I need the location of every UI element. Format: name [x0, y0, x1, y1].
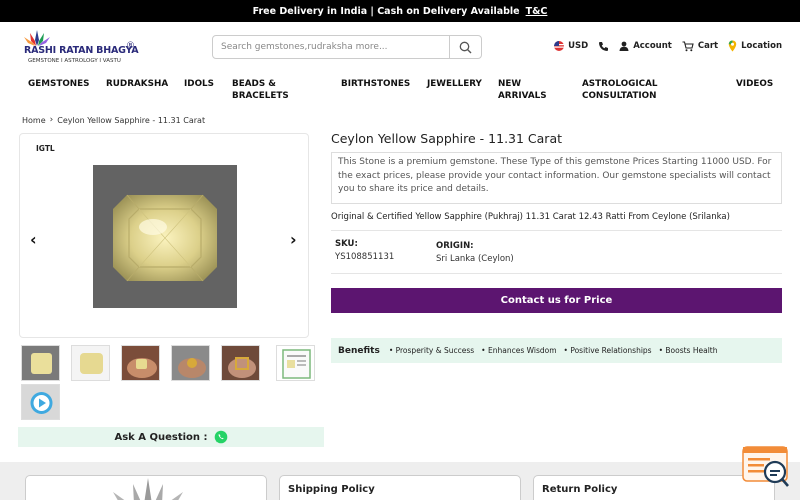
policy-card-return[interactable]: Return Policy — [533, 475, 775, 500]
nav-videos[interactable]: VIDEOS — [736, 78, 773, 90]
sku-value: YS108851131 — [335, 252, 395, 262]
benefit-item: • Boosts Health — [658, 346, 718, 355]
nav-birthstones[interactable]: BIRTHSTONES — [341, 78, 410, 90]
search-box — [212, 35, 482, 59]
main-nav: GEMSTONES RUDRAKSHA IDOLS BEADS & BRACEL… — [0, 78, 800, 106]
user-icon — [619, 41, 629, 51]
nav-rudraksha[interactable]: RUDRAKSHA — [106, 78, 168, 90]
next-image-icon[interactable]: › — [290, 230, 297, 249]
sapphire-thumb-image — [31, 353, 52, 374]
divider — [331, 273, 782, 274]
thumbnail-5[interactable] — [221, 345, 260, 381]
shipping-policy-title: Shipping Policy — [288, 484, 375, 495]
chat-widget[interactable] — [742, 446, 790, 490]
sku-label: SKU: — [335, 239, 358, 249]
chevron-right-icon: › — [49, 115, 54, 125]
thumbnail-4[interactable] — [171, 345, 210, 381]
origin-label: ORIGIN: — [436, 241, 474, 251]
benefit-item-label: Boosts Health — [665, 346, 718, 355]
product-gallery: IGTL ‹ › — [19, 133, 309, 338]
location-label: Location — [741, 41, 782, 51]
location-link[interactable]: Location — [728, 40, 782, 52]
cart-label: Cart — [697, 41, 719, 51]
registered-mark: ® — [126, 41, 135, 51]
search-input[interactable] — [213, 36, 449, 58]
divider — [331, 230, 782, 231]
header-actions: USD Account Cart Location — [554, 40, 782, 52]
policy-card-logo[interactable] — [25, 475, 267, 500]
product-description: This Stone is a premium gemstone. These … — [331, 152, 782, 204]
brand-logo[interactable]: RASHI RATAN BHAGYA ® GEMSTONE I ASTROLOG… — [20, 28, 140, 64]
igtl-badge: IGTL — [36, 144, 55, 153]
brand-tagline: GEMSTONE I ASTROLOGY I VASTU — [28, 58, 121, 64]
policy-card-shipping[interactable]: Shipping Policy — [279, 475, 521, 500]
nav-idols[interactable]: IDOLS — [184, 78, 214, 90]
site-header: RASHI RATAN BHAGYA ® GEMSTONE I ASTROLOG… — [0, 22, 800, 72]
product-main-image[interactable] — [93, 165, 237, 308]
promo-text: Free Delivery in India | Cash on Deliver… — [252, 5, 520, 17]
benefit-item-label: Enhances Wisdom — [487, 346, 557, 355]
thumbnail-3[interactable] — [121, 345, 160, 381]
certificate-image — [282, 349, 311, 379]
origin-value: Sri Lanka (Ceylon) — [436, 254, 514, 264]
benefit-item: • Positive Relationships — [563, 346, 652, 355]
promo-bar: Free Delivery in India | Cash on Deliver… — [0, 0, 800, 22]
search-icon — [459, 41, 472, 53]
nav-jewellery[interactable]: JEWELLERY — [427, 78, 482, 90]
location-pin-icon — [728, 40, 737, 52]
account-link[interactable]: Account — [619, 41, 672, 51]
product-subtitle: Original & Certified Yellow Sapphire (Pu… — [331, 212, 730, 222]
terms-link[interactable]: T&C — [526, 6, 548, 17]
sapphire-thumb-image — [80, 353, 103, 374]
thumbnail-video[interactable] — [21, 384, 60, 420]
ask-question-label: Ask A Question : — [114, 431, 208, 443]
benefit-item-label: Prosperity & Success — [395, 346, 475, 355]
contact-for-price-button[interactable]: Contact us for Price — [331, 288, 782, 313]
chat-support-icon — [742, 446, 789, 487]
currency-selector[interactable]: USD — [554, 41, 588, 51]
hand-holding-gem-image — [127, 358, 157, 378]
play-video-icon — [30, 392, 53, 414]
cart-icon — [682, 40, 694, 51]
pendant-image — [228, 357, 256, 378]
sapphire-image — [113, 194, 217, 282]
brand-watermark-icon — [113, 478, 183, 500]
ring-image — [178, 358, 206, 378]
phone-button[interactable] — [598, 41, 609, 52]
return-policy-title: Return Policy — [542, 484, 618, 495]
brand-name: RASHI RATAN BHAGYA — [24, 45, 139, 56]
nav-new-arrivals[interactable]: NEW ARRIVALS — [498, 78, 547, 102]
benefits-bar: Benefits • Prosperity & Success • Enhanc… — [331, 338, 782, 363]
benefit-item-label: Positive Relationships — [570, 346, 652, 355]
currency-label: USD — [568, 41, 589, 51]
us-flag-icon — [554, 41, 565, 51]
thumbnail-certificate[interactable] — [276, 345, 315, 381]
breadcrumb: Home › Ceylon Yellow Sapphire - 11.31 Ca… — [22, 115, 205, 125]
search-button[interactable] — [449, 36, 481, 58]
benefit-item: • Enhances Wisdom — [481, 346, 557, 355]
account-label: Account — [633, 41, 672, 51]
whatsapp-icon[interactable] — [214, 430, 228, 444]
product-title: Ceylon Yellow Sapphire - 11.31 Carat — [331, 131, 563, 146]
breadcrumb-current: Ceylon Yellow Sapphire - 11.31 Carat — [57, 115, 206, 125]
nav-astrological-consultation[interactable]: ASTROLOGICAL CONSULTATION — [582, 78, 658, 102]
phone-icon — [599, 41, 609, 51]
breadcrumb-home[interactable]: Home — [22, 116, 46, 125]
thumbnail-2[interactable] — [71, 345, 110, 381]
benefits-title: Benefits — [338, 345, 380, 356]
ask-question-bar[interactable]: Ask A Question : — [18, 427, 324, 447]
benefit-item: • Prosperity & Success — [388, 346, 475, 355]
cart-link[interactable]: Cart — [682, 40, 719, 52]
thumbnail-1[interactable] — [21, 345, 60, 381]
prev-image-icon[interactable]: ‹ — [30, 230, 37, 249]
nav-beads-bracelets[interactable]: BEADS & BRACELETS — [232, 78, 289, 102]
nav-gemstones[interactable]: GEMSTONES — [28, 78, 90, 90]
